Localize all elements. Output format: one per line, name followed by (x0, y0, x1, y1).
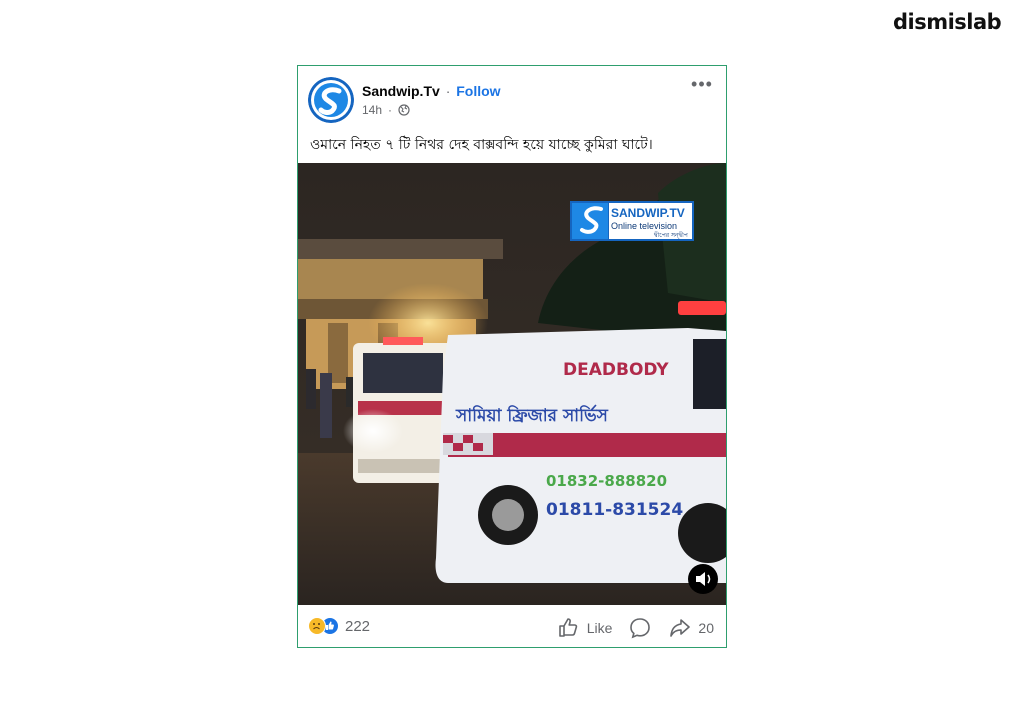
volume-button[interactable] (688, 564, 718, 594)
post-time[interactable]: 14h (362, 103, 382, 117)
like-label: Like (586, 620, 613, 636)
more-options-icon[interactable]: ••• (690, 75, 714, 98)
post-video[interactable]: DEADBODY সামিয়া ফ্রিজার সার্ভিস 01832-8… (298, 163, 726, 605)
watermark-subtitle: Online television (611, 221, 677, 231)
speaker-icon (696, 572, 711, 586)
like-button[interactable]: Like (557, 616, 613, 640)
watermark-title: SANDWIP.TV (611, 206, 685, 220)
comment-icon (630, 618, 651, 639)
post-meta: 14h · (362, 103, 410, 117)
share-button[interactable]: 20 (668, 616, 714, 640)
reactions-summary[interactable]: 222 (308, 617, 370, 635)
video-frame: DEADBODY সামিয়া ফ্রিজার সার্ভিস 01832-8… (298, 163, 726, 605)
watermark-tag: দ্বীপের সন্দ্বীপ (653, 231, 689, 239)
van-label-service: সামিয়া ফ্রিজার সার্ভিস (455, 404, 609, 426)
page-avatar[interactable] (308, 77, 354, 123)
post-actions: Like 20 (557, 616, 714, 640)
comment-button[interactable] (628, 616, 652, 640)
van-phone-2: 01811-831524 (546, 500, 683, 520)
follow-button[interactable]: Follow (456, 83, 500, 99)
post-caption: ওমানে নিহত ৭ টি নিথর দেহ বাক্সবন্দি হয়ে… (310, 137, 653, 153)
van-phone-1: 01832-888820 (546, 472, 667, 490)
thumbs-up-icon (558, 618, 577, 637)
author-name[interactable]: Sandwip.Tv (362, 83, 440, 99)
dismislab-logo: dismislab (893, 10, 1002, 34)
post-footer: 222 Like 20 (298, 611, 726, 647)
separator-dot: · (445, 83, 451, 99)
facebook-post-card: Sandwip.Tv · Follow 14h · ••• ওমানে নিহত… (297, 65, 727, 648)
share-count: 20 (698, 620, 714, 636)
globe-icon (398, 104, 410, 116)
post-author-line: Sandwip.Tv · Follow (362, 83, 501, 99)
sad-reaction-icon (308, 617, 326, 635)
meta-separator-dot: · (388, 103, 393, 117)
van-label-deadbody: DEADBODY (563, 360, 669, 380)
post-header: Sandwip.Tv · Follow 14h · ••• (298, 66, 726, 124)
reactions-count: 222 (345, 617, 371, 635)
share-icon (670, 619, 691, 637)
